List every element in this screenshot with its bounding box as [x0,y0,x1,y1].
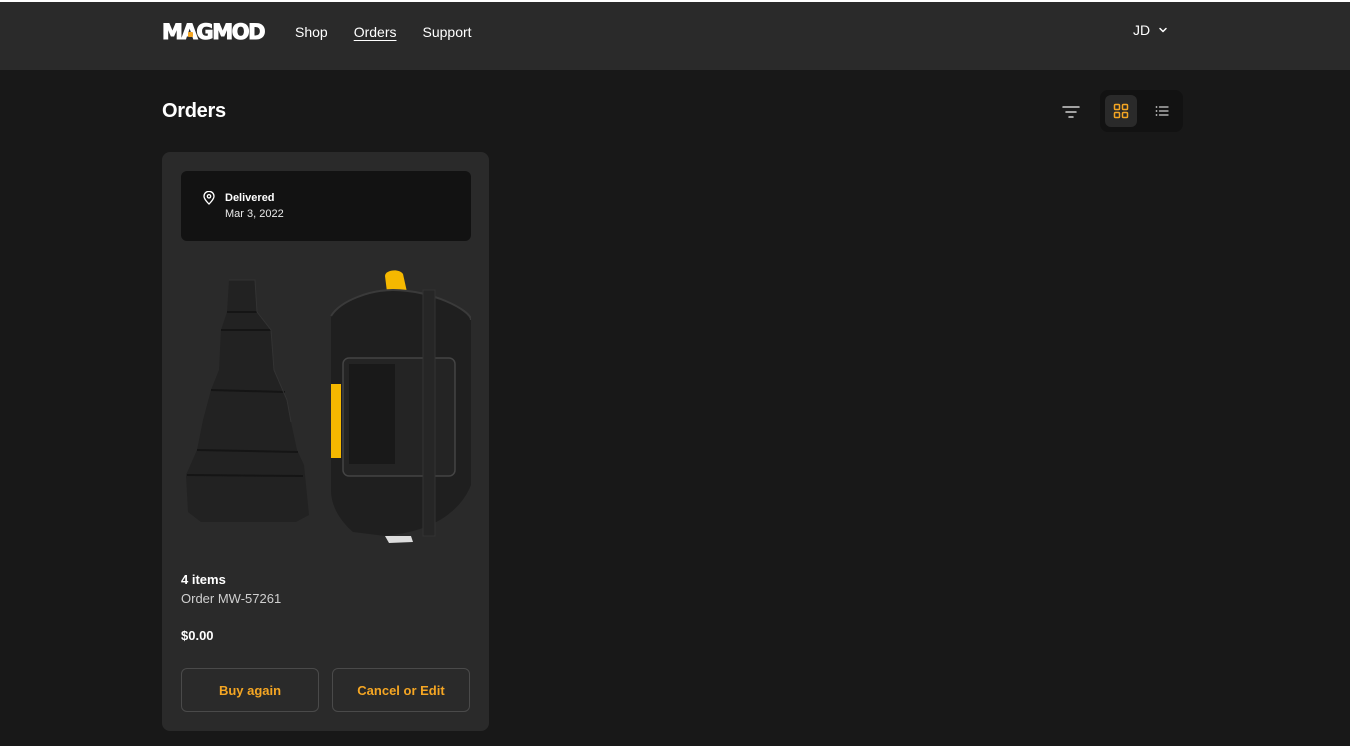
logo-text-end: GMOD [196,20,266,45]
user-initials: JD [1133,22,1151,38]
cancel-or-edit-button[interactable]: Cancel or Edit [332,668,470,712]
location-pin-icon [203,191,215,205]
view-mode-toggle [1100,90,1183,132]
list-view-icon [1155,106,1169,116]
chevron-down-icon [1159,27,1167,33]
logo-accent-mark [187,32,193,37]
product-images [186,270,471,543]
top-navigation-bar: MAGMOD Shop Orders Support JD [0,2,1350,70]
page-title: Orders [162,100,226,122]
filter-button[interactable] [1060,101,1082,123]
magmod-grid-holder-product-image [330,270,471,543]
filter-icon [1062,106,1080,118]
logo-text: M [162,20,184,45]
app-frame: MAGMOD Shop Orders Support JD Orders [0,2,1350,746]
nav-support[interactable]: Support [423,23,472,41]
magmod-logo[interactable]: MAGMOD [162,20,267,45]
order-status-panel: Delivered Mar 3, 2022 [181,171,471,241]
order-status: Delivered [225,192,275,204]
nav-orders[interactable]: Orders [354,23,397,41]
user-menu[interactable]: JD [1133,22,1168,38]
order-number: Order MW-57261 [181,591,282,606]
nav-shop[interactable]: Shop [295,23,328,41]
main-nav: Shop Orders Support [295,23,498,41]
order-status-date: Mar 3, 2022 [225,208,284,220]
logo-letter-a: A [181,20,198,45]
grid-view-icon [1113,103,1129,119]
list-view-button[interactable] [1146,95,1178,127]
order-products-preview [181,260,471,556]
grid-view-button[interactable] [1105,95,1137,127]
buy-again-button[interactable]: Buy again [181,668,319,712]
order-items-count: 4 items [181,572,226,587]
order-total: $0.00 [181,628,214,643]
order-card[interactable]: Delivered Mar 3, 2022 4 items Order MW-5… [162,152,489,731]
snoot-product-image [186,279,309,522]
